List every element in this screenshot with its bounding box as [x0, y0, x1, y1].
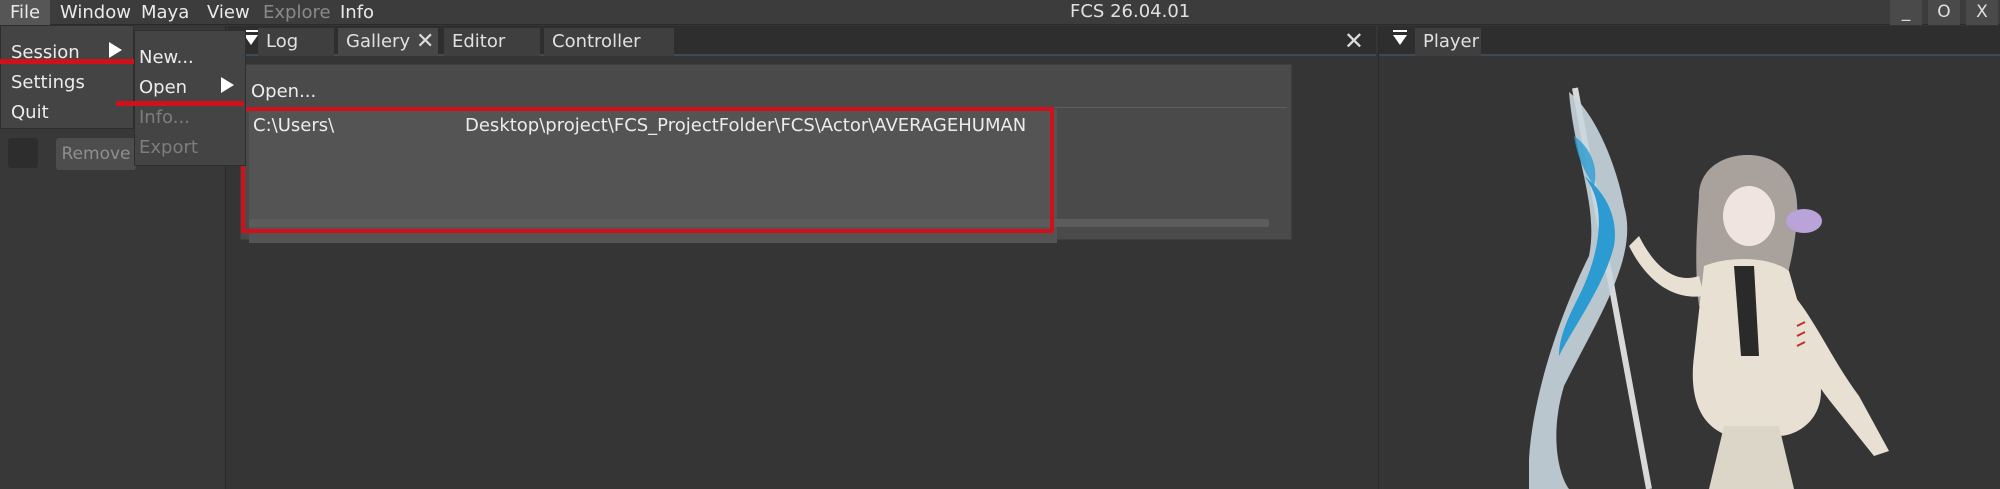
- close-icon[interactable]: ✕: [416, 28, 434, 56]
- tab-gallery-label: Gallery: [346, 31, 411, 52]
- menu-view[interactable]: View: [207, 0, 250, 25]
- popup-open-item[interactable]: Open...: [251, 81, 316, 102]
- submenu-arrow-icon: [221, 77, 234, 93]
- tab-player[interactable]: Player: [1415, 28, 1481, 56]
- app-title: FCS 26.04.01: [1070, 1, 1191, 22]
- highlight-box: [241, 107, 1054, 233]
- menu-window[interactable]: Window: [60, 0, 131, 25]
- menu-bar: File Window Maya View Explore Info FCS 2…: [0, 0, 2000, 25]
- close-window-button[interactable]: X: [1966, 0, 1998, 25]
- tab-log[interactable]: Log: [258, 28, 334, 56]
- character-preview: [1529, 87, 1889, 489]
- center-tab-bar: Log Gallery ✕ Editor Controller ✕: [228, 26, 1376, 56]
- highlight-underline-open: [116, 101, 244, 106]
- tab-editor[interactable]: Editor: [444, 28, 540, 56]
- menu-item-settings[interactable]: Settings: [11, 72, 85, 93]
- menu-item-new[interactable]: New...: [139, 47, 194, 68]
- player-panel: Player: [1378, 26, 2000, 489]
- dock-menu-icon[interactable]: [1393, 26, 1407, 56]
- remove-button[interactable]: Remove: [56, 138, 136, 170]
- close-icon[interactable]: ✕: [1344, 26, 1364, 56]
- session-submenu: New... Open Info... Export: [134, 30, 246, 166]
- highlight-underline-session: [0, 59, 134, 64]
- dock-menu-icon[interactable]: [244, 26, 258, 56]
- menu-explore[interactable]: Explore: [263, 0, 331, 25]
- menu-item-export: Export: [139, 137, 198, 158]
- menu-maya[interactable]: Maya: [141, 0, 189, 25]
- menu-file[interactable]: File: [0, 0, 50, 25]
- file-menu: Session Settings Quit: [0, 25, 134, 129]
- tab-gallery[interactable]: Gallery ✕: [338, 28, 438, 56]
- tab-controller[interactable]: Controller: [544, 28, 674, 56]
- player-tab-bar: Player: [1379, 26, 2000, 56]
- maximize-button[interactable]: O: [1928, 0, 1960, 25]
- menu-info[interactable]: Info: [340, 0, 374, 25]
- menu-item-info: Info...: [139, 107, 190, 128]
- menu-item-quit[interactable]: Quit: [11, 102, 49, 123]
- minimize-button[interactable]: _: [1890, 0, 1922, 25]
- item-checkbox[interactable]: [8, 138, 38, 168]
- submenu-arrow-icon: [109, 42, 122, 58]
- menu-item-open[interactable]: Open: [139, 77, 187, 98]
